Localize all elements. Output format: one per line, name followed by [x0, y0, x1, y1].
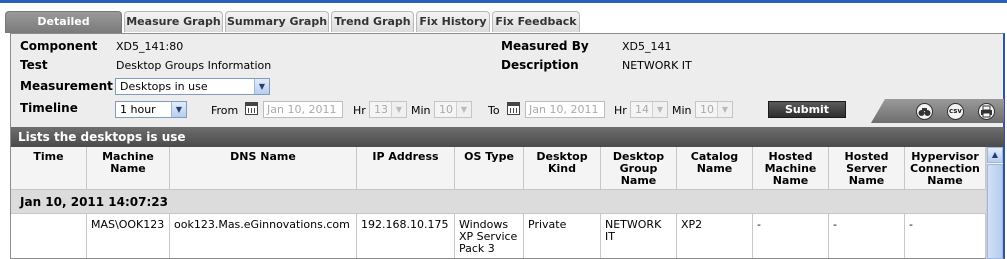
- toolbar-strip: csv: [871, 99, 1004, 123]
- table-cell: Windows XP Service Pack 3: [455, 214, 524, 258]
- table-cell: ook123.Mas.eGinnovations.com: [170, 214, 357, 258]
- column-header: IP Address: [357, 147, 455, 190]
- group-row-timestamp: Jan 10, 2011 14:07:23: [11, 190, 986, 214]
- timeline-label: Timeline: [20, 101, 78, 115]
- print-icon[interactable]: [978, 103, 995, 120]
- from-date-input[interactable]: Jan 10, 2011: [263, 101, 343, 118]
- component-value: XD5_141:80: [116, 40, 184, 53]
- binoculars-icon[interactable]: [916, 103, 933, 120]
- tab-fix-feedback[interactable]: Fix Feedback: [492, 11, 580, 32]
- from-hr-select[interactable]: 13 ▼: [369, 101, 407, 118]
- column-header: Time: [11, 147, 87, 190]
- to-min-select[interactable]: 10 ▼: [695, 101, 733, 118]
- test-value: Desktop Groups Information: [116, 59, 272, 72]
- from-label: From: [211, 104, 239, 117]
- csv-icon[interactable]: csv: [947, 103, 964, 120]
- to-min-value: 10: [700, 103, 714, 116]
- to-hr-select[interactable]: 14 ▼: [630, 101, 668, 118]
- column-header: OS Type: [455, 147, 524, 190]
- to-date-input[interactable]: Jan 10, 2011: [525, 101, 605, 118]
- vertical-scrollbar[interactable]: ▲: [986, 147, 1003, 259]
- to-label: To: [488, 104, 500, 117]
- chevron-down-icon: ▼: [456, 102, 471, 117]
- column-header: Machine Name: [87, 147, 170, 190]
- scrollbar-thumb[interactable]: [987, 164, 1003, 259]
- tab-bar: Detailed Diagnosis Measure Graph Summary…: [0, 3, 1007, 47]
- calendar-icon[interactable]: [507, 102, 520, 115]
- table-cell: NETWORK IT: [601, 214, 677, 258]
- chevron-down-icon: ▼: [652, 102, 667, 117]
- chevron-down-icon: ▼: [391, 102, 406, 117]
- column-header: DNS Name: [170, 147, 357, 190]
- submit-button[interactable]: Submit: [768, 101, 846, 118]
- chevron-down-icon: ▼: [717, 102, 732, 117]
- chevron-up-icon[interactable]: ▲: [987, 147, 1003, 163]
- to-hr-label: Hr: [614, 104, 627, 117]
- tab-measure-graph[interactable]: Measure Graph: [124, 11, 223, 32]
- column-header: Desktop Kind: [524, 147, 601, 190]
- calendar-icon[interactable]: [245, 102, 258, 115]
- column-header: Catalog Name: [677, 147, 753, 190]
- from-min-label: Min: [411, 104, 431, 117]
- tab-summary-graph[interactable]: Summary Graph: [225, 11, 329, 32]
- table-cell: Private: [524, 214, 601, 258]
- description-value: NETWORK IT: [622, 59, 692, 72]
- chevron-down-icon: ▼: [254, 79, 269, 94]
- measurement-select[interactable]: Desktops in use ▼: [115, 78, 270, 95]
- diagnosis-panel: Component XD5_141:80 Measured By XD5_141…: [10, 33, 1005, 259]
- table-cell: -: [905, 214, 986, 258]
- column-header: Hypervisor Connection Name: [905, 147, 986, 190]
- from-min-select[interactable]: 10 ▼: [434, 101, 472, 118]
- component-label: Component: [20, 39, 98, 53]
- table-cell: -: [753, 214, 829, 258]
- tab-trend-graph[interactable]: Trend Graph: [331, 11, 414, 32]
- measurement-label: Measurement: [20, 79, 113, 93]
- table-cell: -: [829, 214, 905, 258]
- chevron-down-icon: ▼: [171, 102, 186, 117]
- test-label: Test: [20, 58, 48, 72]
- measured-by-value: XD5_141: [622, 40, 672, 53]
- tab-fix-history[interactable]: Fix History: [416, 11, 490, 32]
- table-cell: [11, 214, 87, 258]
- from-hr-value: 13: [374, 103, 388, 116]
- table-cell: MAS\OOK123: [87, 214, 170, 258]
- tab-detailed-diagnosis[interactable]: Detailed Diagnosis: [5, 11, 122, 47]
- to-min-label: Min: [672, 104, 692, 117]
- to-hr-value: 14: [635, 103, 649, 116]
- column-header: Hosted Server Name: [829, 147, 905, 190]
- measured-by-label: Measured By: [501, 39, 589, 53]
- timeline-range-select[interactable]: 1 hour ▼: [115, 101, 187, 118]
- column-header: Desktop Group Name: [601, 147, 677, 190]
- from-min-value: 10: [439, 103, 453, 116]
- column-header: Hosted Machine Name: [753, 147, 829, 190]
- description-label: Description: [501, 58, 579, 72]
- timeline-range-value: 1 hour: [120, 103, 156, 116]
- table-cell: XP2: [677, 214, 753, 258]
- table-cell: 192.168.10.175: [357, 214, 455, 258]
- from-hr-label: Hr: [353, 104, 366, 117]
- list-title: Lists the desktops is use: [11, 127, 1004, 147]
- measurement-select-value: Desktops in use: [120, 80, 208, 93]
